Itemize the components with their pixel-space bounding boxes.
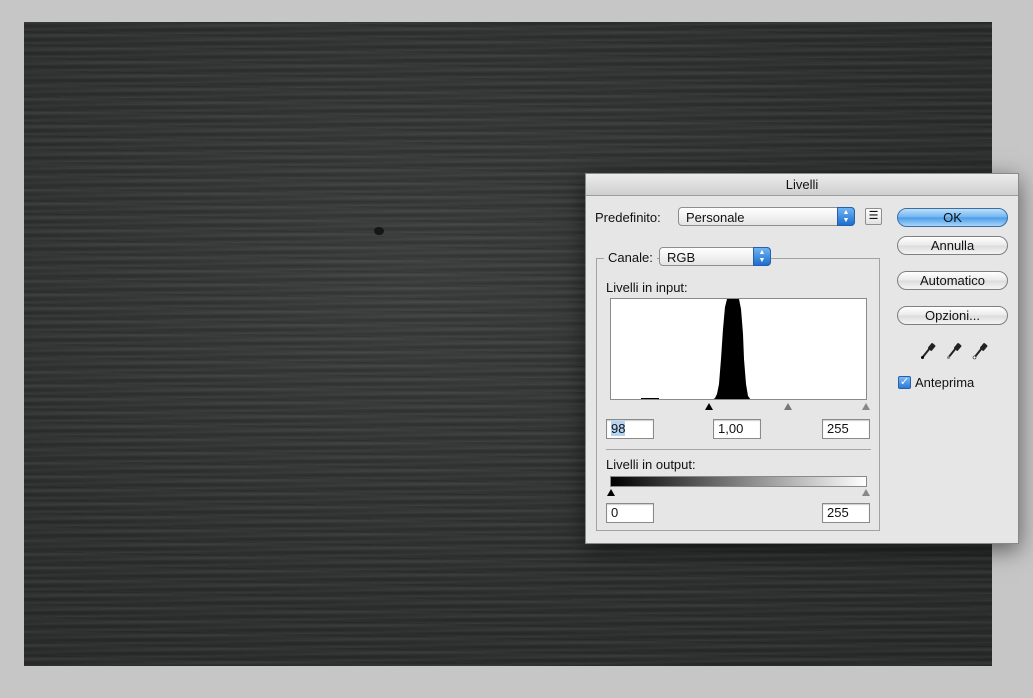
input-black-slider[interactable] (705, 403, 713, 410)
canvas-speck (374, 227, 384, 235)
histogram-graph (641, 299, 751, 399)
output-white-value: 255 (827, 505, 849, 520)
input-levels-label: Livelli in input: (606, 280, 688, 295)
preset-options-icon[interactable]: ☰ (865, 208, 882, 225)
ok-button[interactable]: OK (897, 208, 1008, 227)
white-eyedropper-icon[interactable] (972, 342, 988, 360)
channel-label: Canale: (608, 250, 653, 265)
preset-label: Predefinito: (595, 210, 661, 225)
dropdown-arrows-icon: ▲ ▼ (753, 247, 771, 266)
input-black-field[interactable]: 98 (606, 419, 654, 439)
output-levels-label: Livelli in output: (606, 457, 696, 472)
output-gradient-bar (610, 476, 867, 487)
levels-dialog: Livelli Predefinito: Personale ▲ ▼ ☰ Cana… (585, 173, 1019, 544)
output-black-value: 0 (611, 505, 619, 520)
preview-checkbox[interactable]: ✓ (898, 376, 911, 389)
input-gamma-field[interactable]: 1,00 (713, 419, 761, 439)
input-gamma-value: 1,00 (718, 421, 744, 436)
preset-value: Personale (686, 210, 745, 225)
output-white-slider[interactable] (862, 489, 870, 496)
preview-label: Anteprima (915, 375, 975, 390)
input-white-slider[interactable] (862, 403, 870, 410)
input-black-value: 98 (611, 421, 626, 436)
preset-dropdown[interactable]: Personale ▲ ▼ (678, 207, 855, 226)
black-eyedropper-icon[interactable] (920, 342, 936, 360)
options-button[interactable]: Opzioni... (897, 306, 1008, 325)
output-black-field[interactable]: 0 (606, 503, 654, 523)
separator (606, 449, 871, 450)
input-white-field[interactable]: 255 (822, 419, 870, 439)
input-gamma-slider[interactable] (784, 403, 792, 410)
channel-value: RGB (667, 250, 696, 265)
auto-button[interactable]: Automatico (897, 271, 1008, 290)
channel-dropdown[interactable]: RGB ▲ ▼ (659, 247, 771, 266)
output-black-slider[interactable] (607, 489, 615, 496)
dialog-title: Livelli (586, 174, 1018, 196)
channel-row: Canale: (604, 248, 657, 268)
dropdown-arrows-icon: ▲ ▼ (837, 207, 855, 226)
gray-eyedropper-icon[interactable] (946, 342, 962, 360)
histogram (610, 298, 867, 400)
input-white-value: 255 (827, 421, 849, 436)
output-white-field[interactable]: 255 (822, 503, 870, 523)
cancel-button[interactable]: Annulla (897, 236, 1008, 255)
